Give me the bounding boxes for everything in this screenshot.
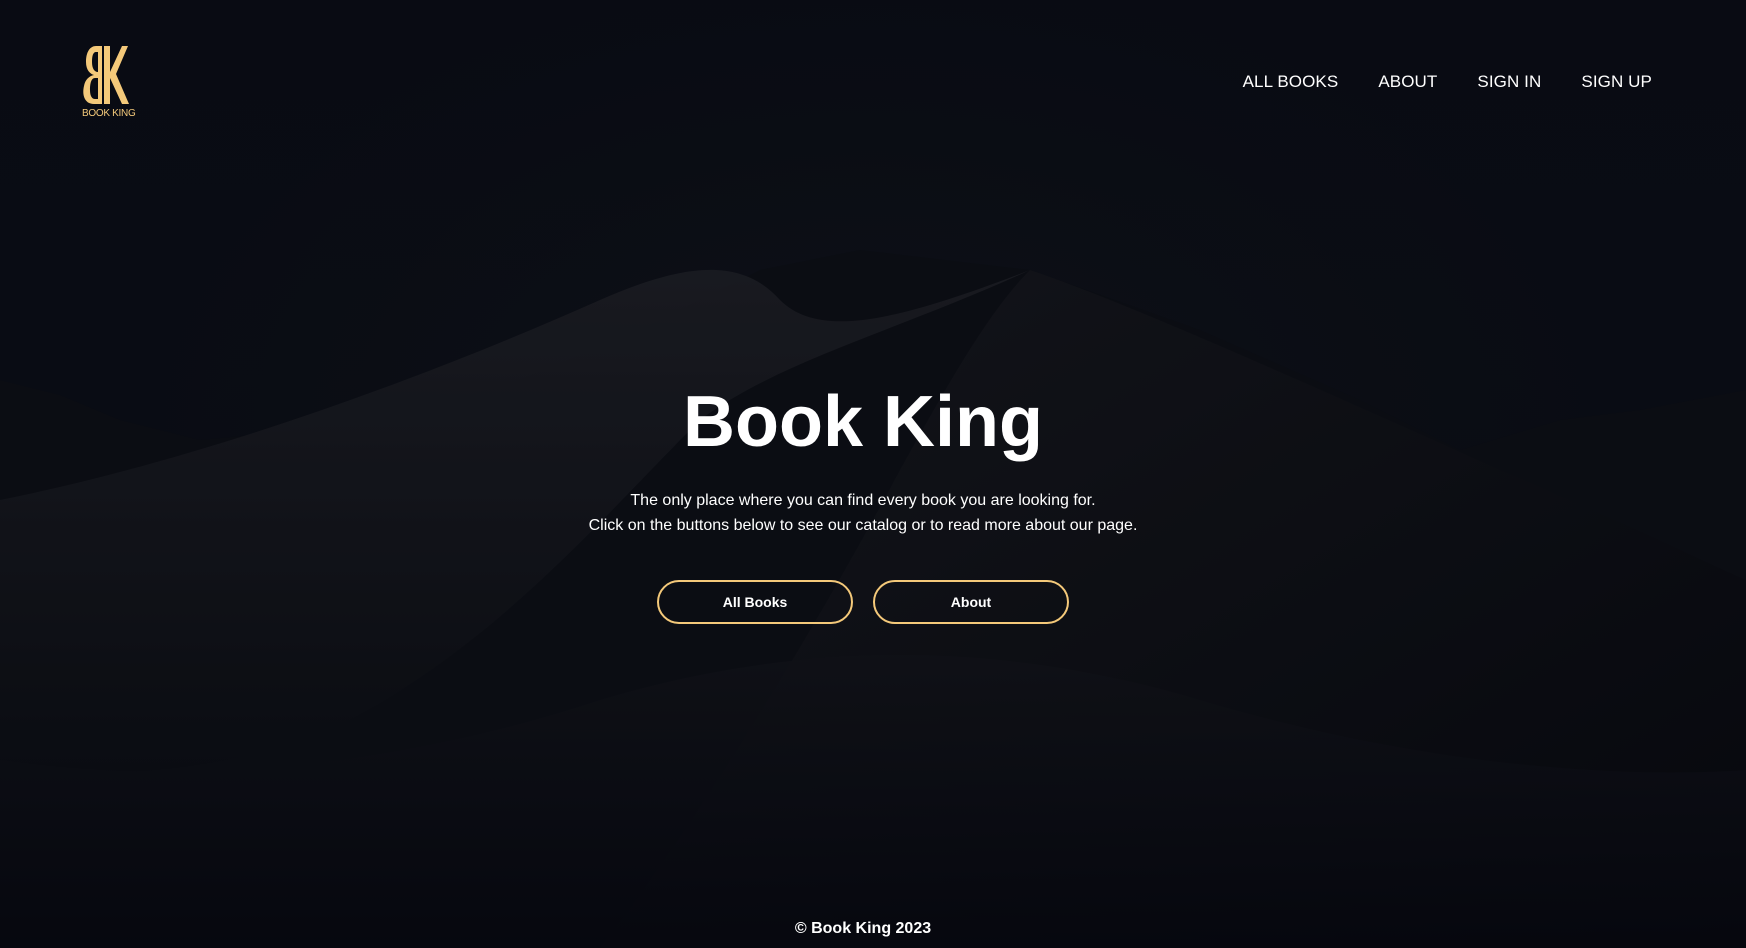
all-books-button[interactable]: All Books <box>657 580 853 624</box>
nav-all-books[interactable]: ALL BOOKS <box>1243 72 1339 92</box>
hero-title: Book King <box>683 382 1043 462</box>
about-button[interactable]: About <box>873 580 1069 624</box>
book-king-logo[interactable]: BOOK KING <box>82 44 136 126</box>
landing-page: BOOK KING ALL BOOKS ABOUT SIGN IN SIGN U… <box>0 0 1746 948</box>
hero-tagline: The only place where you can find every … <box>0 488 1726 538</box>
hero-tagline-line-1: The only place where you can find every … <box>630 492 1096 509</box>
main-nav: ALL BOOKS ABOUT SIGN IN SIGN UP <box>1243 72 1652 92</box>
hero-section: Book King The only place where you can f… <box>0 378 1726 624</box>
footer-copyright: © Book King 2023 <box>794 920 932 937</box>
nav-sign-in[interactable]: SIGN IN <box>1477 72 1541 92</box>
nav-sign-up[interactable]: SIGN UP <box>1581 72 1652 92</box>
bk-monogram-icon <box>83 46 129 104</box>
hero-buttons: All Books About <box>0 580 1726 624</box>
nav-about[interactable]: ABOUT <box>1378 72 1437 92</box>
hero-tagline-line-2: Click on the buttons below to see our ca… <box>588 517 1138 534</box>
logo-wordmark: BOOK KING <box>82 108 136 119</box>
